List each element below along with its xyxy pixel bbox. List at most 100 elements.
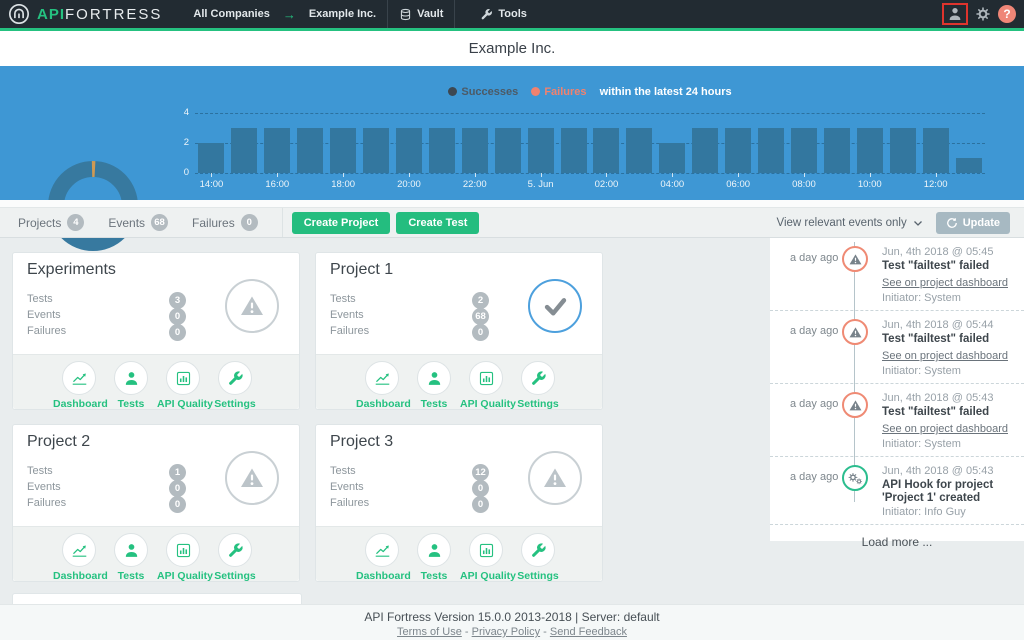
- settings-button[interactable]: Settings: [512, 533, 564, 581]
- project-card-title[interactable]: Project 2: [27, 433, 90, 451]
- event-initiator: Initiator: System: [882, 438, 1016, 450]
- chart-bar: [363, 128, 389, 173]
- privacy-policy-link[interactable]: Privacy Policy: [472, 626, 540, 638]
- event-item: a day ago Jun, 4th 2018 @ 05:44 Test "fa…: [770, 311, 1024, 384]
- dashboard-icon: [374, 542, 391, 559]
- status-success-indicator: [528, 279, 582, 333]
- event-api-hook-badge: [842, 465, 868, 491]
- chart-bar: [462, 128, 488, 173]
- tests-button[interactable]: Tests: [105, 533, 157, 581]
- project-card-title[interactable]: Project 1: [330, 261, 393, 279]
- event-date: Jun, 4th 2018 @ 05:45: [882, 246, 1016, 258]
- x-tick-label: 08:00: [782, 179, 826, 190]
- footer-links: Terms of Use - Privacy Policy - Send Fee…: [0, 626, 1024, 638]
- dashboard-button[interactable]: Dashboard: [53, 361, 105, 409]
- page-footer: API Fortress Version 15.0.0 2013-2018 | …: [0, 604, 1024, 640]
- load-more-button[interactable]: Load more ...: [770, 525, 1024, 559]
- project-card-title[interactable]: Experiments: [27, 261, 116, 279]
- send-feedback-link[interactable]: Send Feedback: [550, 626, 627, 638]
- settings-button[interactable]: Settings: [209, 361, 261, 409]
- settings-button[interactable]: Settings: [209, 533, 261, 581]
- stat-badge: 0: [472, 324, 489, 341]
- chart-bar: [396, 128, 422, 173]
- dashboard-button[interactable]: Dashboard: [53, 533, 105, 581]
- project-card-project-1: Project 1 Tests2 Events68 Failures0 Dash…: [315, 252, 603, 410]
- project-card-experiments: Experiments Tests3 Events0 Failures0 Das…: [12, 252, 300, 410]
- event-warning-badge: [842, 319, 868, 345]
- chart-bar: [528, 128, 554, 173]
- events-filter-dropdown[interactable]: View relevant events only: [777, 217, 924, 229]
- wrench-icon: [480, 8, 493, 21]
- card-actions: Dashboard Tests API Quality Settings: [13, 526, 299, 581]
- help-button[interactable]: ?: [998, 5, 1016, 23]
- apifortress-logo-text: APIFORTRESS: [37, 6, 162, 23]
- settings-wrench-icon: [530, 370, 547, 387]
- chart-bar: [429, 128, 455, 173]
- status-warning-indicator: [225, 279, 279, 333]
- chart-bar: [659, 143, 685, 173]
- refresh-icon: [946, 217, 958, 229]
- card-actions: Dashboard Tests API Quality Settings: [316, 526, 602, 581]
- terms-of-use-link[interactable]: Terms of Use: [397, 626, 462, 638]
- tests-button[interactable]: Tests: [105, 361, 157, 409]
- x-tick-label: 10:00: [848, 179, 892, 190]
- y-tick-label: 0: [171, 167, 189, 178]
- x-tick-label: 12:00: [914, 179, 958, 190]
- event-dashboard-link[interactable]: See on project dashboard: [882, 277, 1008, 289]
- x-tick: [343, 173, 344, 177]
- profile-button[interactable]: [942, 3, 968, 25]
- settings-button[interactable]: Settings: [512, 361, 564, 409]
- nav-vault[interactable]: Vault: [388, 0, 454, 28]
- dashboard-icon: [374, 370, 391, 387]
- create-project-button[interactable]: Create Project: [292, 212, 391, 234]
- event-date: Jun, 4th 2018 @ 05:44: [882, 319, 1016, 331]
- dashboard-button[interactable]: Dashboard: [356, 361, 408, 409]
- warning-triangle-icon: [849, 399, 862, 412]
- api-quality-button[interactable]: API Quality: [157, 361, 209, 409]
- tests-icon: [426, 370, 443, 387]
- tests-button[interactable]: Tests: [408, 533, 460, 581]
- event-item: a day ago Jun, 4th 2018 @ 05:45 Test "fa…: [770, 238, 1024, 311]
- x-tick-label: 14:00: [189, 179, 233, 190]
- api-quality-icon: [478, 542, 495, 559]
- chart-bar: [692, 128, 718, 173]
- dashboard-button[interactable]: Dashboard: [356, 533, 408, 581]
- event-dashboard-link[interactable]: See on project dashboard: [882, 350, 1008, 362]
- project-card-title[interactable]: Project 3: [330, 433, 393, 451]
- card-actions: Dashboard Tests API Quality Settings: [316, 354, 602, 409]
- x-tick: [277, 173, 278, 177]
- settings-wrench-icon: [227, 370, 244, 387]
- chart-bar: [626, 128, 652, 173]
- nav-all-companies[interactable]: All Companies: [182, 0, 280, 28]
- stat-badge: 3: [169, 292, 186, 309]
- breadcrumb-arrow-icon: →: [281, 0, 298, 28]
- settings-button[interactable]: [975, 6, 991, 22]
- stat-badge: 0: [169, 324, 186, 341]
- event-dashboard-link[interactable]: See on project dashboard: [882, 423, 1008, 435]
- event-initiator: Initiator: Info Guy: [882, 506, 1016, 518]
- api-quality-button[interactable]: API Quality: [460, 533, 512, 581]
- chart-bar: [725, 128, 751, 173]
- warning-triangle-icon: [849, 253, 862, 266]
- x-tick: [870, 173, 871, 177]
- api-quality-button[interactable]: API Quality: [460, 361, 512, 409]
- apifortress-logo-icon: [8, 3, 30, 25]
- x-tick-label: 22:00: [453, 179, 497, 190]
- nav-company[interactable]: Example Inc.: [298, 0, 387, 28]
- stat-badge: 12: [472, 464, 489, 481]
- nav-tools[interactable]: Tools: [469, 0, 538, 28]
- event-warning-badge: [842, 392, 868, 418]
- status-warning-indicator: [225, 451, 279, 505]
- update-button[interactable]: Update: [936, 212, 1010, 234]
- event-initiator: Initiator: System: [882, 292, 1016, 304]
- failures-counter: Failures0: [192, 214, 258, 231]
- project-stats: Tests2 Events68 Failures0: [330, 293, 510, 341]
- create-test-button[interactable]: Create Test: [396, 212, 479, 234]
- tests-button[interactable]: Tests: [408, 361, 460, 409]
- apifortress-logo[interactable]: APIFORTRESS: [8, 3, 162, 25]
- api-quality-button[interactable]: API Quality: [157, 533, 209, 581]
- chart-bar: [198, 143, 224, 173]
- y-tick-label: 2: [171, 137, 189, 148]
- stat-badge: 68: [472, 308, 489, 325]
- events-counter: Events68: [108, 214, 168, 231]
